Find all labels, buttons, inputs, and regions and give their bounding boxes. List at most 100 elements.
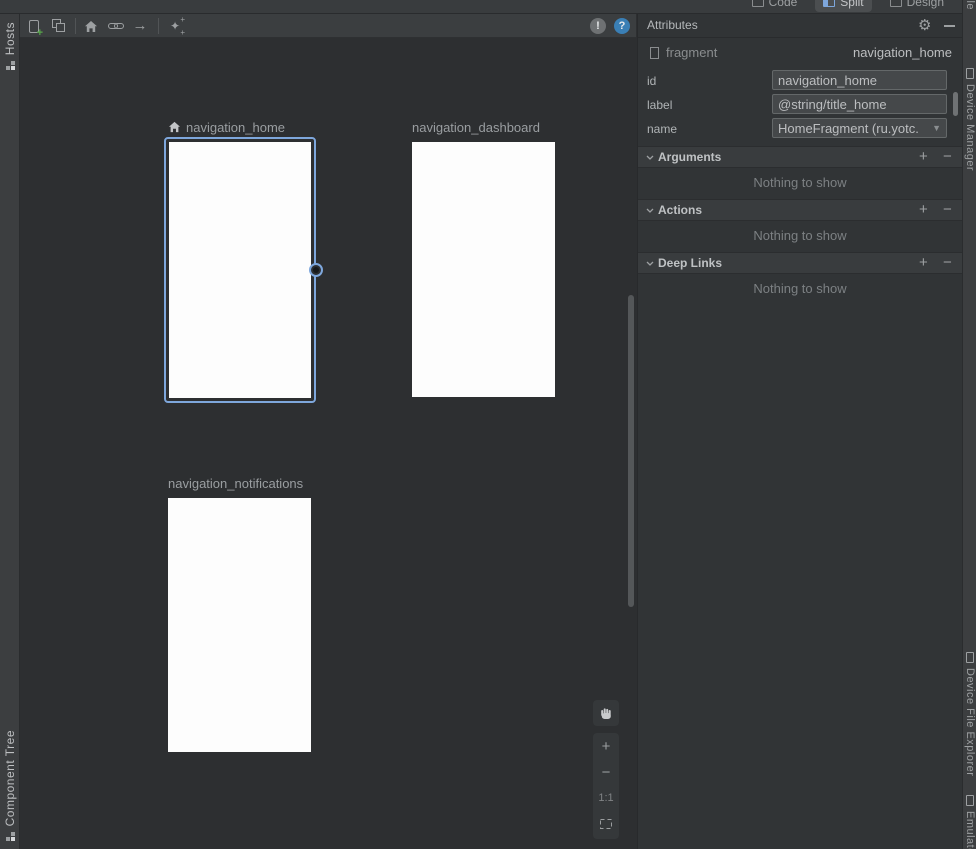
- remove-deep-link-button[interactable]: −: [943, 254, 952, 271]
- nested-graph-icon: [50, 18, 66, 34]
- gradle-tab-label: Gradle: [964, 0, 976, 10]
- chevron-down-icon: [646, 208, 653, 215]
- id-field-input[interactable]: [772, 70, 947, 90]
- label-field-label: label: [647, 98, 672, 112]
- action-button[interactable]: →: [132, 18, 148, 34]
- issue-indicator-button[interactable]: !: [590, 18, 606, 34]
- device-file-explorer-tab-label: Device File Explorer: [964, 668, 976, 776]
- device-manager-icon: [966, 68, 974, 79]
- selected-component-row: fragment navigation_home: [638, 42, 962, 66]
- new-destination-icon: +: [29, 20, 39, 33]
- pan-tool-button[interactable]: [593, 700, 619, 726]
- arguments-empty-text: Nothing to show: [638, 175, 962, 190]
- editor-mode-tabs: Code Split Design: [744, 0, 952, 13]
- section-header-deep-links[interactable]: Deep Links + −: [638, 252, 962, 274]
- section-header-arguments[interactable]: Arguments + −: [638, 146, 962, 168]
- gear-icon[interactable]: ⚙: [918, 16, 931, 34]
- section-title: Arguments: [658, 150, 721, 164]
- component-tree-icon: [6, 832, 15, 841]
- tool-window-tab-emulator[interactable]: Emulator: [963, 795, 976, 849]
- action-connection-handle[interactable]: [309, 263, 323, 277]
- attributes-panel-header: Attributes ⚙: [638, 14, 962, 38]
- sparkle-icon: ✦++: [170, 19, 180, 33]
- emulator-icon: [966, 795, 974, 806]
- section-header-actions[interactable]: Actions + −: [638, 199, 962, 221]
- nested-graph-button[interactable]: [50, 18, 66, 34]
- name-field-label: name: [647, 122, 677, 136]
- add-deep-link-button[interactable]: +: [919, 254, 928, 271]
- fragment-name: navigation_dashboard: [412, 120, 540, 135]
- new-destination-button[interactable]: +: [26, 18, 42, 34]
- tab-split-label: Split: [840, 0, 863, 9]
- label-field-input[interactable]: [772, 94, 947, 114]
- hide-panel-button[interactable]: [944, 25, 955, 27]
- toolbar-separator: [75, 18, 76, 34]
- remove-action-button[interactable]: −: [943, 201, 952, 218]
- tool-window-tab-device-file-explorer[interactable]: Device File Explorer: [963, 652, 976, 776]
- device-file-explorer-icon: [966, 652, 974, 663]
- chevron-down-icon: [646, 261, 653, 268]
- fit-screen-icon: [599, 818, 613, 830]
- section-title: Actions: [658, 203, 702, 217]
- tab-split[interactable]: Split: [815, 0, 871, 12]
- right-tool-window-stripe: Gradle Device Manager Device File Explor…: [962, 0, 976, 849]
- fragment-label-navigation-home[interactable]: navigation_home: [168, 119, 285, 135]
- navigation-editor-toolbar: + →: [20, 14, 636, 38]
- add-argument-button[interactable]: +: [919, 148, 928, 165]
- hosts-tab-label: Hosts: [3, 22, 17, 55]
- tab-code[interactable]: Code: [744, 0, 806, 12]
- link-icon: [108, 20, 124, 32]
- design-surface-area: + →: [20, 14, 636, 849]
- component-type-label: fragment: [666, 45, 717, 60]
- chevron-down-icon: ▼: [930, 123, 946, 133]
- navigation-graph-canvas[interactable]: navigation_home navigation_dashboard nav…: [20, 38, 636, 849]
- remove-argument-button[interactable]: −: [943, 148, 952, 165]
- hand-icon: [599, 706, 613, 720]
- component-tree-tab-label: Component Tree: [3, 730, 17, 826]
- fragment-name: navigation_home: [186, 120, 285, 135]
- hosts-icon: [6, 61, 15, 70]
- section-title: Deep Links: [658, 256, 722, 270]
- editor-mode-tab-bar: Code Split Design: [0, 0, 976, 14]
- left-tool-window-stripe: Hosts Component Tree: [0, 14, 20, 849]
- auto-arrange-button[interactable]: ✦++: [167, 18, 183, 34]
- tab-design[interactable]: Design: [882, 0, 952, 12]
- tool-window-tab-component-tree[interactable]: Component Tree: [0, 730, 20, 841]
- fragment-label-navigation-dashboard[interactable]: navigation_dashboard: [412, 119, 540, 135]
- home-icon: [84, 20, 98, 33]
- deep-links-empty-text: Nothing to show: [638, 281, 962, 296]
- deep-link-button[interactable]: [108, 18, 124, 34]
- fragment-preview-navigation-home[interactable]: [164, 137, 316, 403]
- zoom-actual-size-button[interactable]: 1:1: [593, 785, 619, 811]
- tool-window-tab-gradle[interactable]: Gradle: [963, 0, 976, 10]
- attributes-panel-title: Attributes: [647, 18, 698, 32]
- attributes-panel-scrollbar[interactable]: [953, 92, 958, 116]
- design-view-icon: [890, 0, 902, 7]
- navigation-editor-window: Code Split Design Hosts Component Tree: [0, 0, 976, 849]
- zoom-to-fit-button[interactable]: [593, 811, 619, 837]
- id-field-label: id: [647, 74, 656, 88]
- add-action-button[interactable]: +: [919, 201, 928, 218]
- actions-empty-text: Nothing to show: [638, 228, 962, 243]
- fragment-preview-navigation-dashboard[interactable]: [412, 142, 555, 397]
- chevron-down-icon: [646, 155, 653, 162]
- zoom-in-button[interactable]: +: [593, 733, 619, 759]
- fragment-screen-preview: [169, 142, 311, 398]
- toolbar-separator: [158, 18, 159, 34]
- selected-component-name: navigation_home: [853, 45, 952, 60]
- start-destination-home-icon: [168, 121, 181, 133]
- attributes-panel: Attributes ⚙ fragment navigation_home id…: [637, 14, 962, 849]
- zoom-out-button[interactable]: −: [593, 759, 619, 785]
- fragment-preview-navigation-notifications[interactable]: [168, 498, 311, 752]
- tool-window-tab-device-manager[interactable]: Device Manager: [963, 68, 976, 171]
- device-manager-tab-label: Device Manager: [964, 84, 976, 171]
- help-button[interactable]: ?: [614, 18, 630, 34]
- code-view-icon: [752, 0, 764, 7]
- name-field-dropdown[interactable]: HomeFragment (ru.yotc. ▼: [772, 118, 947, 138]
- assign-start-destination-button[interactable]: [83, 18, 99, 34]
- canvas-vertical-scrollbar[interactable]: [628, 295, 634, 607]
- emulator-tab-label: Emulator: [964, 811, 976, 849]
- fragment-label-navigation-notifications[interactable]: navigation_notifications: [168, 475, 303, 491]
- tab-code-label: Code: [769, 0, 798, 9]
- tool-window-tab-hosts[interactable]: Hosts: [0, 22, 20, 70]
